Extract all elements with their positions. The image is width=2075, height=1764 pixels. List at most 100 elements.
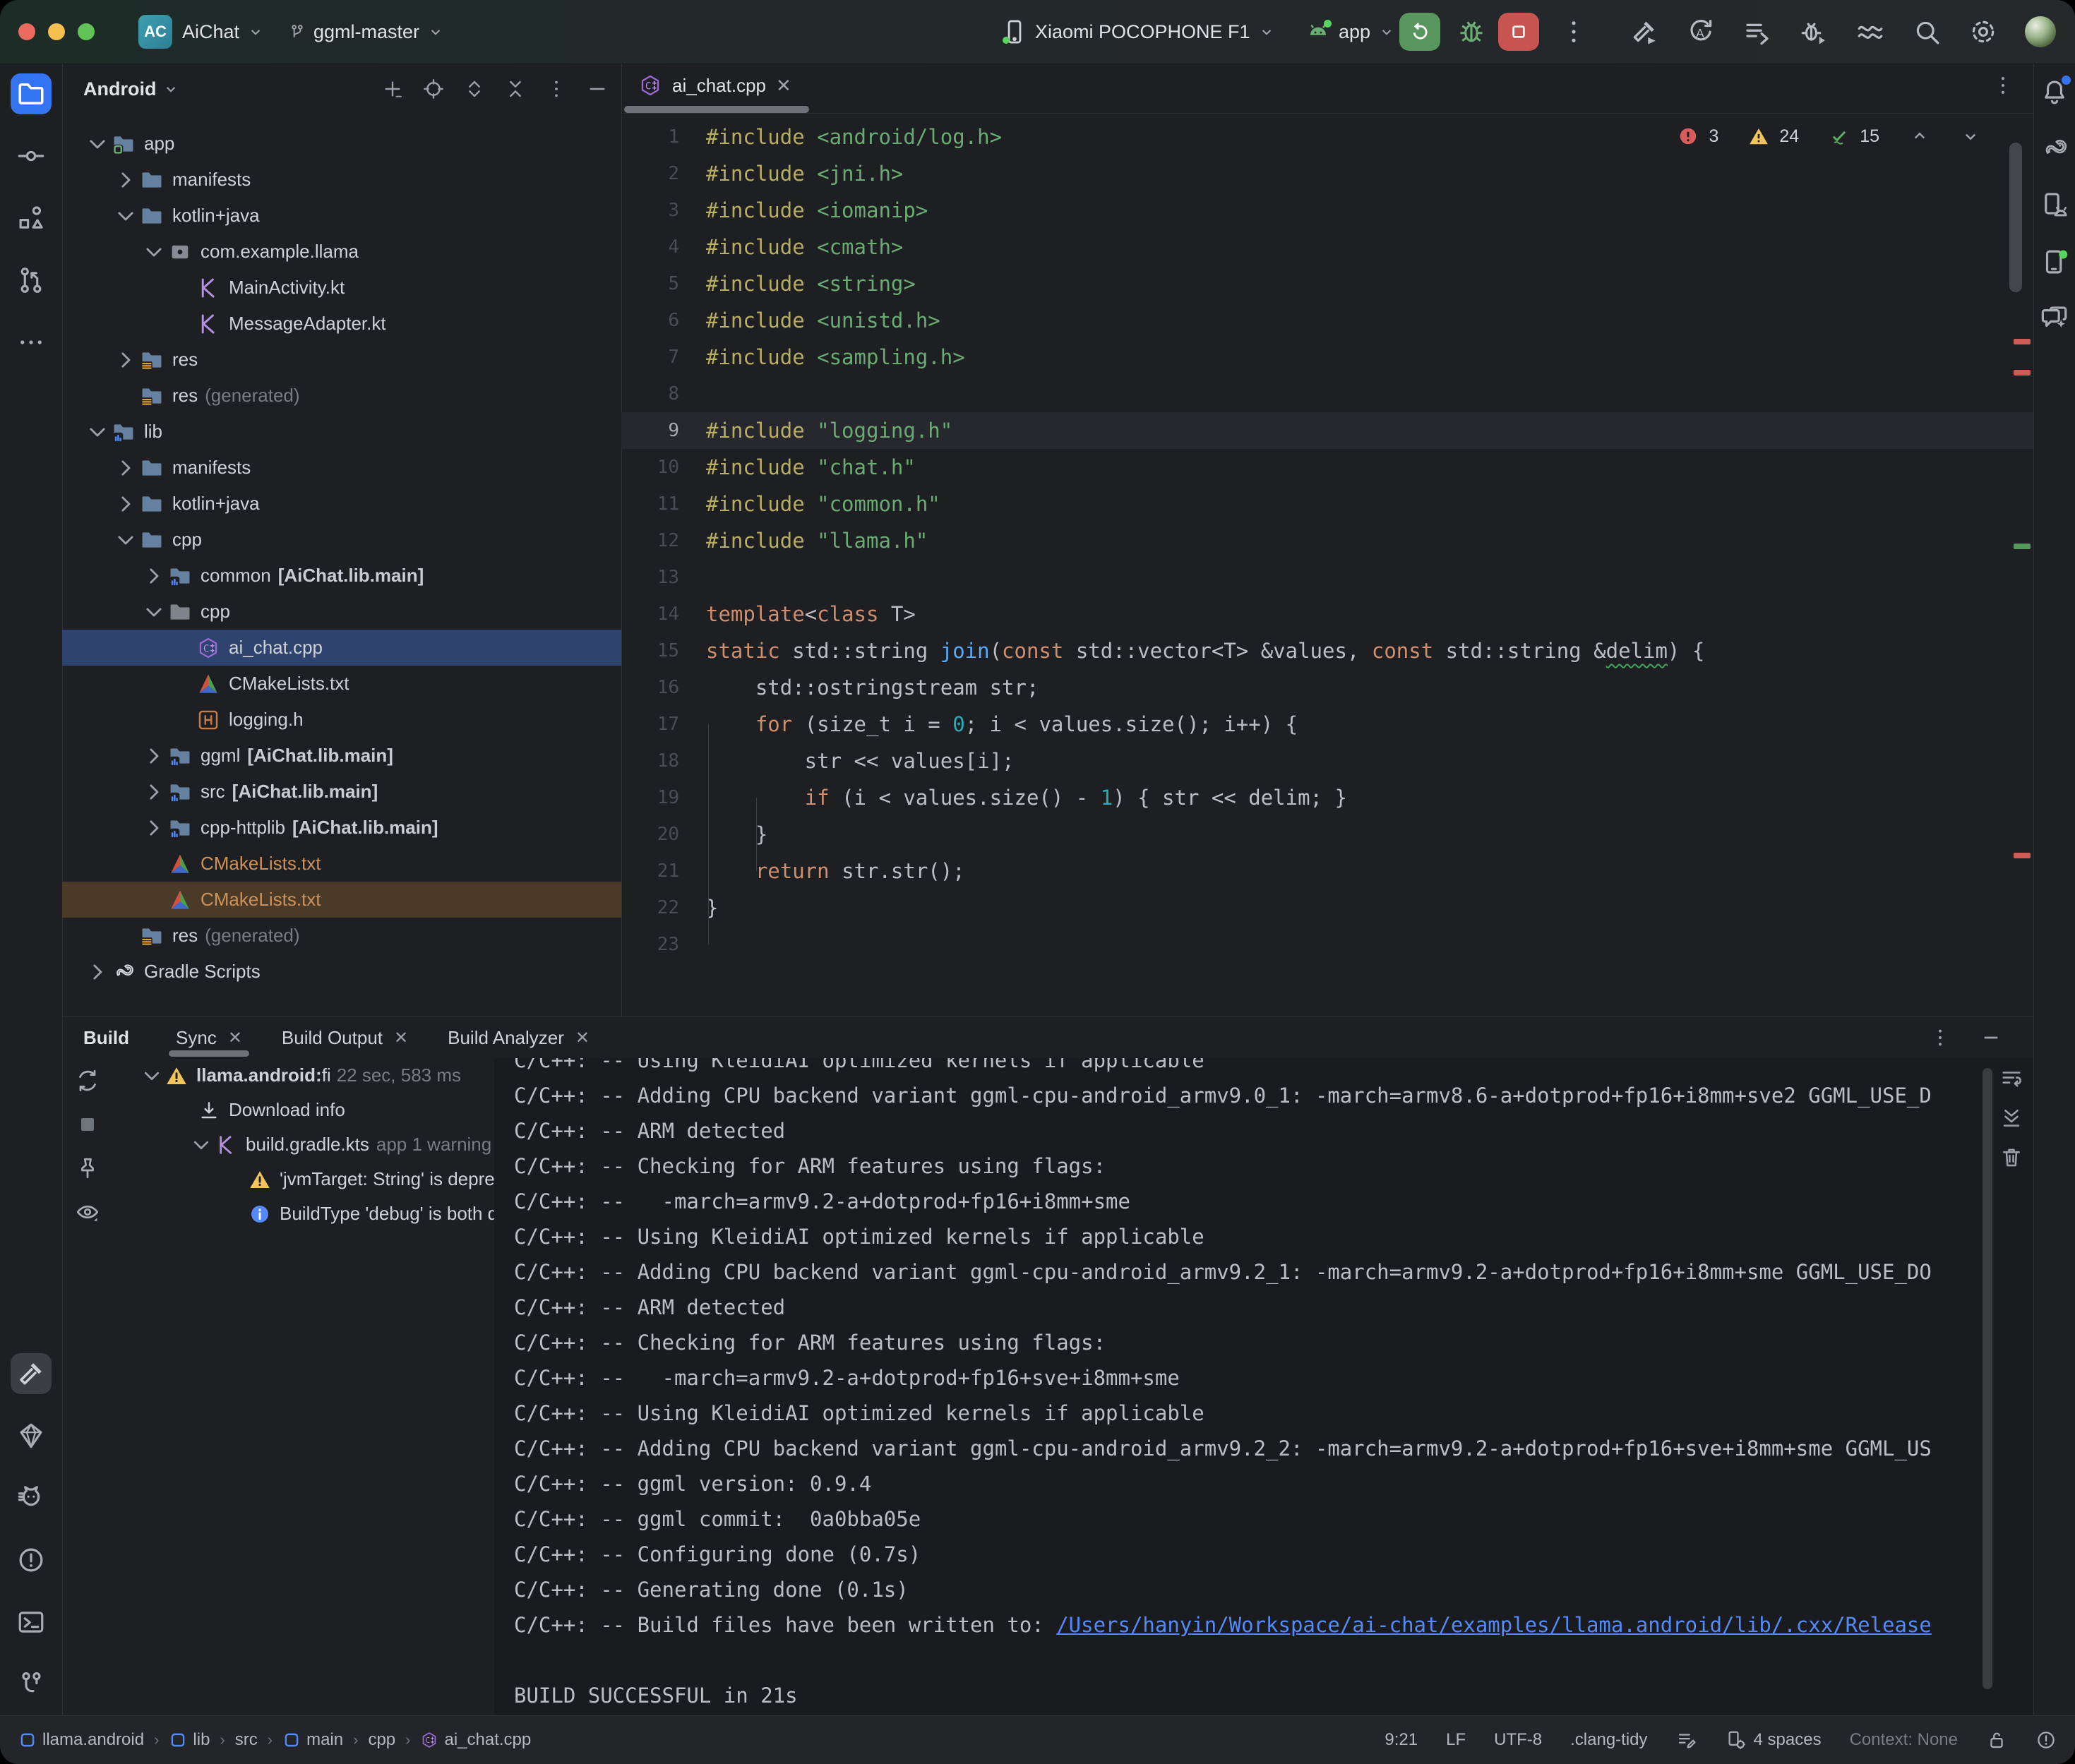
- build-tree-item[interactable]: 'jvmTarget: String' is deprec: [113, 1162, 494, 1196]
- tree-item-ai-chat-cpp[interactable]: Cai_chat.cpp: [62, 630, 621, 666]
- version-control-icon[interactable]: [11, 1664, 52, 1705]
- notifications-icon[interactable]: [2040, 78, 2069, 107]
- scroll-to-end-icon[interactable]: [1999, 1106, 2023, 1130]
- collapse-icon[interactable]: [112, 202, 140, 230]
- ai-assistant-icon[interactable]: [11, 1477, 52, 1518]
- expand-icon[interactable]: [140, 778, 168, 806]
- close-tab-icon[interactable]: ✕: [394, 1028, 408, 1048]
- tree-item-cmakelists-txt[interactable]: CMakeLists.txt: [62, 882, 621, 918]
- build-tree-item[interactable]: Download info: [113, 1093, 494, 1127]
- profiler-icon[interactable]: [1855, 17, 1885, 47]
- stop-square-icon[interactable]: [75, 1112, 100, 1137]
- tree-item-res[interactable]: res (generated): [62, 918, 621, 954]
- status-widget-9-21[interactable]: 9:21: [1385, 1730, 1418, 1750]
- tree-item-common[interactable]: common[AiChat.lib.main]: [62, 558, 621, 594]
- status-widget-lf[interactable]: LF: [1446, 1730, 1466, 1750]
- tree-item-com-example-llama[interactable]: com.example.llama: [62, 234, 621, 270]
- breadcrumb-item[interactable]: main: [282, 1730, 343, 1750]
- tree-item-kotlin-java[interactable]: kotlin+java: [62, 198, 621, 234]
- tree-item-logging-h[interactable]: logging.h: [62, 702, 621, 738]
- status-widget-unlock-icon[interactable]: [1986, 1729, 2007, 1751]
- view-options-icon[interactable]: [75, 1199, 100, 1225]
- tab-options-icon[interactable]: [1991, 73, 2015, 97]
- device-manager-icon[interactable]: [2040, 191, 2069, 220]
- build-tree-item[interactable]: llama.android: fi22 sec, 583 ms: [113, 1058, 494, 1093]
- build-tab-sync[interactable]: Sync✕: [172, 1017, 246, 1058]
- console-scrollbar[interactable]: [1983, 1068, 1992, 1689]
- build-hammer-icon[interactable]: [1629, 17, 1659, 47]
- settings-icon[interactable]: [1968, 17, 1998, 47]
- build-tab-build-analyzer[interactable]: Build Analyzer✕: [443, 1017, 594, 1058]
- build-tree-item[interactable]: build.gradle.kts app 1 warning: [113, 1127, 494, 1162]
- tree-item-res[interactable]: res (generated): [62, 378, 621, 414]
- expand-icon[interactable]: [140, 742, 168, 770]
- branch-selector[interactable]: ggml-master: [288, 0, 445, 64]
- options-icon[interactable]: [545, 78, 568, 100]
- hide-build-window-icon[interactable]: [1980, 1026, 2002, 1049]
- locate-icon[interactable]: [422, 78, 445, 100]
- status-widget-error-circle-outline-icon[interactable]: [2035, 1729, 2057, 1751]
- inspections-widget[interactable]: 3 24 15: [1678, 126, 1981, 147]
- close-tab-icon[interactable]: ✕: [575, 1028, 590, 1048]
- structure-icon[interactable]: [11, 198, 52, 239]
- tree-item-mainactivity-kt[interactable]: MainActivity.kt: [62, 270, 621, 306]
- tree-item-kotlin-java[interactable]: kotlin+java: [62, 486, 621, 522]
- status-widget--clang-tidy[interactable]: .clang-tidy: [1570, 1730, 1647, 1750]
- rerun-button[interactable]: [1399, 13, 1440, 51]
- code-editor[interactable]: 1 #include <android/log.h> 2 #include <j…: [621, 119, 2033, 1016]
- collapse-all-icon[interactable]: [504, 78, 527, 100]
- close-window-button[interactable]: [18, 23, 35, 40]
- expand-all-icon[interactable]: [463, 78, 486, 100]
- tree-item-ggml[interactable]: ggml[AiChat.lib.main]: [62, 738, 621, 774]
- editor-scrollbar[interactable]: [2009, 143, 2022, 292]
- apply-code-changes-icon[interactable]: [1742, 17, 1772, 47]
- stop-button[interactable]: [1498, 13, 1539, 51]
- tree-item-cpp[interactable]: cpp: [62, 522, 621, 558]
- project-selector[interactable]: AiChat: [182, 0, 265, 64]
- next-problem-icon[interactable]: [1960, 126, 1981, 147]
- tree-item-cmakelists-txt[interactable]: CMakeLists.txt: [62, 666, 621, 702]
- status-widget-context-none[interactable]: Context: None: [1850, 1730, 1958, 1750]
- collapse-icon[interactable]: [83, 418, 112, 446]
- dependencies-icon[interactable]: [11, 1415, 52, 1456]
- tree-item-cpp[interactable]: cpp: [62, 594, 621, 630]
- apply-changes-icon[interactable]: A: [1686, 17, 1716, 47]
- device-selector[interactable]: Xiaomi POCOPHONE F1: [1001, 0, 1276, 64]
- pin-icon[interactable]: [75, 1156, 100, 1181]
- build-icon[interactable]: [11, 1353, 52, 1394]
- collapse-icon[interactable]: [140, 598, 168, 626]
- problems-icon[interactable]: [11, 1540, 52, 1580]
- build-options-icon[interactable]: [1929, 1026, 1951, 1049]
- add-icon[interactable]: [381, 78, 404, 100]
- commit-icon[interactable]: [11, 136, 52, 176]
- status-widget-inspections-widget-icon[interactable]: [1676, 1729, 1697, 1751]
- editor-tab-ai-chat-cpp[interactable]: C ai_chat.cpp ✕: [631, 64, 799, 107]
- project-logo[interactable]: AC: [138, 15, 172, 49]
- project-view-selector[interactable]: Android: [83, 78, 156, 100]
- build-tab-build-output[interactable]: Build Output✕: [277, 1017, 412, 1058]
- project-icon[interactable]: [11, 73, 52, 114]
- collapse-icon[interactable]: [138, 1062, 165, 1089]
- rerun-sync-icon[interactable]: [75, 1068, 100, 1093]
- expand-icon[interactable]: [140, 814, 168, 842]
- expand-icon[interactable]: [112, 166, 140, 194]
- expand-icon[interactable]: [112, 490, 140, 518]
- minimize-window-button[interactable]: [48, 23, 65, 40]
- more-tool-windows-icon[interactable]: [11, 322, 52, 363]
- attach-debugger-icon[interactable]: [1799, 17, 1829, 47]
- run-configuration-selector[interactable]: app: [1305, 0, 1396, 64]
- hide-icon[interactable]: [586, 78, 609, 100]
- tree-item-cpp-httplib[interactable]: cpp-httplib[AiChat.lib.main]: [62, 810, 621, 846]
- collapse-icon[interactable]: [83, 130, 112, 158]
- breadcrumb-item[interactable]: llama.android: [18, 1730, 144, 1750]
- debug-button[interactable]: [1456, 16, 1487, 47]
- status-widget-utf-8[interactable]: UTF-8: [1494, 1730, 1542, 1750]
- status-widget-4-spaces[interactable]: 4 spaces: [1726, 1729, 1822, 1751]
- terminal-icon[interactable]: [11, 1602, 52, 1643]
- previous-problem-icon[interactable]: [1909, 126, 1930, 147]
- expand-icon[interactable]: [112, 346, 140, 374]
- expand-icon[interactable]: [140, 562, 168, 590]
- build-output-path-link[interactable]: /Users/hanyin/Workspace/ai-chat/examples…: [1056, 1613, 1932, 1637]
- tree-item-res[interactable]: res: [62, 342, 621, 378]
- tree-item-src[interactable]: src[AiChat.lib.main]: [62, 774, 621, 810]
